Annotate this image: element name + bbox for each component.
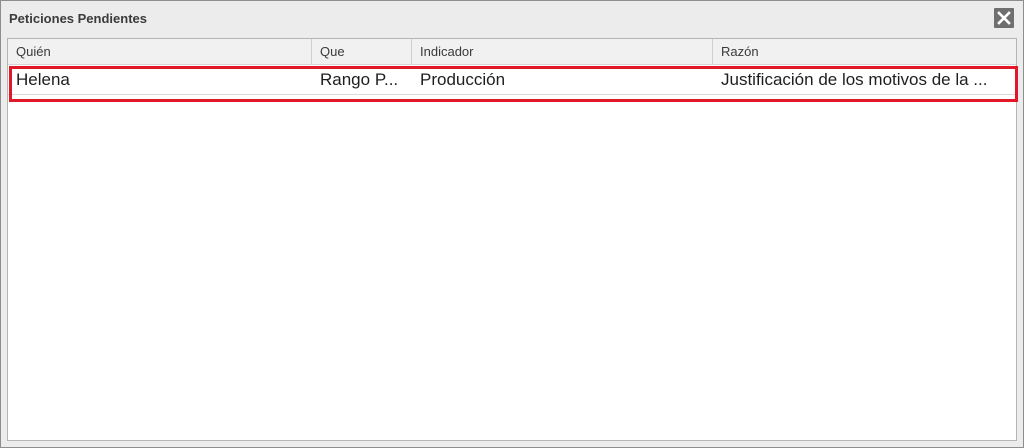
cell-que: Rango P... (320, 70, 399, 89)
cell-razon: Justificación de los motivos de la ... (721, 70, 988, 89)
pending-requests-window: Peticiones Pendientes Quién Que Indicado… (0, 0, 1024, 448)
column-header-quien[interactable]: Quién (8, 39, 312, 64)
requests-grid: Quién Que Indicador Razón Helena Rango P… (7, 38, 1017, 441)
table-row[interactable]: Helena Rango P... Producción Justificaci… (8, 65, 1016, 95)
grid-header: Quién Que Indicador Razón (8, 39, 1016, 65)
window-title: Peticiones Pendientes (9, 11, 147, 26)
cell-indicador: Producción (420, 70, 506, 89)
column-header-razon[interactable]: Razón (713, 39, 1016, 64)
cell-quien: Helena (16, 70, 70, 89)
close-button[interactable] (994, 8, 1014, 28)
title-bar: Peticiones Pendientes (1, 1, 1023, 37)
column-header-que[interactable]: Que (312, 39, 412, 64)
column-header-indicador[interactable]: Indicador (412, 39, 713, 64)
close-icon (997, 11, 1011, 25)
